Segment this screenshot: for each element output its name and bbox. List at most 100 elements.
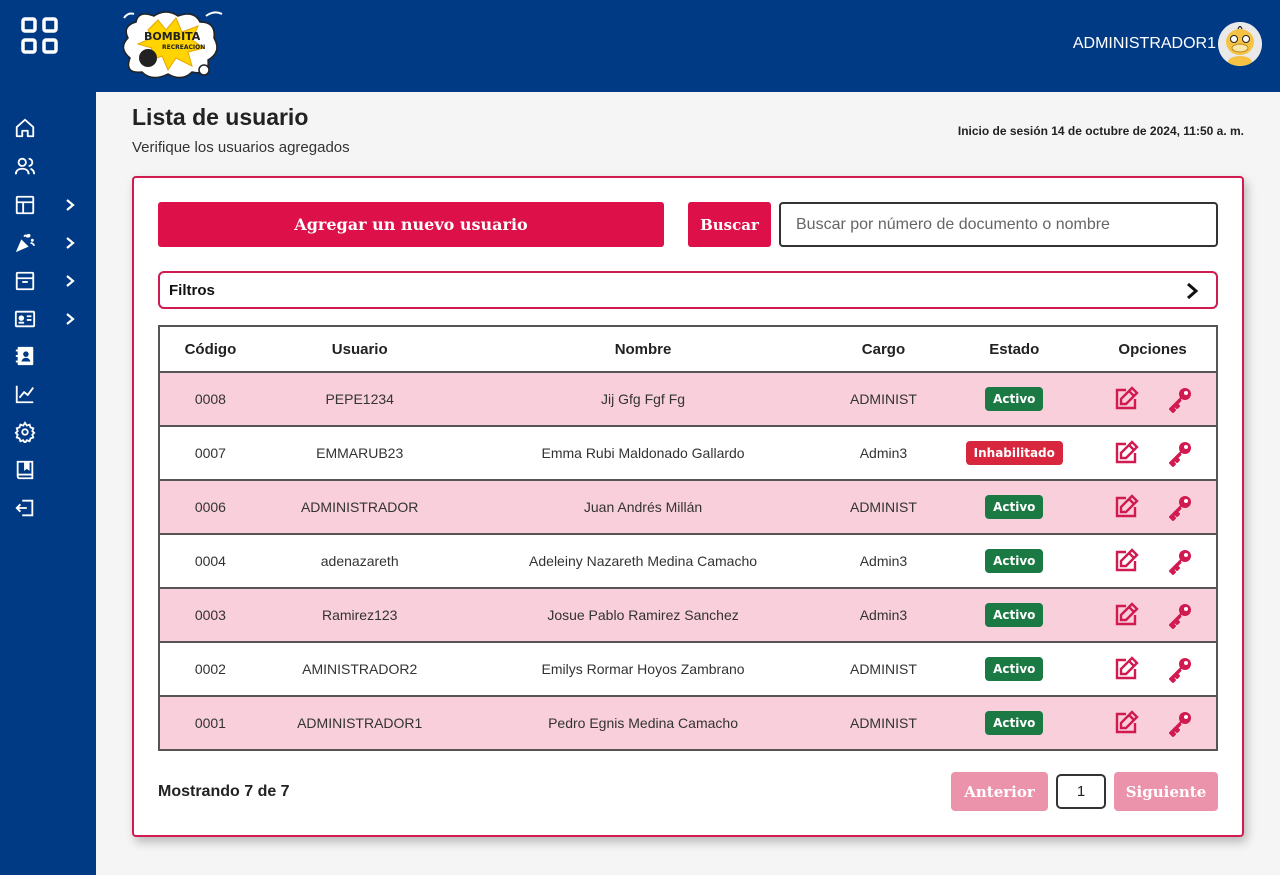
cell-nombre: Pedro Egnis Medina Camacho bbox=[458, 696, 828, 751]
chevron-right-icon bbox=[64, 198, 76, 212]
cell-usuario: adenazareth bbox=[260, 534, 459, 589]
users-icon bbox=[14, 155, 36, 177]
cell-cargo: ADMINIST bbox=[827, 372, 940, 427]
filters-label: Filtros bbox=[169, 281, 215, 299]
sidebar-item-home[interactable] bbox=[14, 114, 84, 142]
cell-opciones bbox=[1089, 480, 1217, 535]
filters-toggle[interactable]: Filtros bbox=[158, 271, 1218, 309]
key-icon[interactable] bbox=[1165, 438, 1195, 468]
edit-icon[interactable] bbox=[1111, 546, 1141, 576]
status-badge: Activo bbox=[985, 711, 1044, 735]
cell-codigo: 0004 bbox=[159, 534, 261, 589]
home-icon bbox=[14, 117, 36, 139]
cell-estado: Activo bbox=[939, 480, 1090, 535]
search-input[interactable] bbox=[779, 202, 1218, 247]
layout-icon bbox=[14, 194, 36, 216]
status-badge: Activo bbox=[985, 495, 1044, 519]
table-header-row: Código Usuario Nombre Cargo Estado Opcio… bbox=[159, 325, 1217, 373]
edit-icon[interactable] bbox=[1111, 384, 1141, 414]
key-icon[interactable] bbox=[1165, 546, 1195, 576]
showing-count: Mostrando 7 de 7 bbox=[158, 783, 290, 800]
cell-usuario: Ramirez123 bbox=[260, 588, 459, 643]
edit-icon[interactable] bbox=[1111, 600, 1141, 630]
table-row: 0006 ADMINISTRADOR Juan Andrés Millán ADMIN… bbox=[159, 480, 1217, 535]
chevron-right-icon bbox=[64, 312, 76, 326]
cell-estado: Activo bbox=[939, 696, 1090, 751]
page-title: Lista de usuario bbox=[132, 104, 309, 130]
edit-icon[interactable] bbox=[1111, 654, 1141, 684]
table-row: 0004 adenazareth Adeleiny Nazareth Medina … bbox=[159, 534, 1217, 589]
sidebar-item-id-card[interactable] bbox=[14, 305, 84, 333]
next-page-button[interactable]: Siguiente bbox=[1114, 772, 1218, 811]
header-nombre: Nombre bbox=[458, 325, 828, 373]
apps-grid-icon[interactable] bbox=[20, 16, 60, 56]
status-badge: Activo bbox=[985, 549, 1044, 573]
add-user-button[interactable]: Agregar un nuevo usuario bbox=[158, 202, 664, 247]
sidebar-item-stats[interactable] bbox=[14, 380, 84, 408]
previous-page-button[interactable]: Anterior bbox=[951, 772, 1048, 811]
search-button[interactable]: Buscar bbox=[688, 202, 771, 247]
key-icon[interactable] bbox=[1165, 654, 1195, 684]
settings-icon bbox=[14, 421, 36, 443]
sidebar-item-logout[interactable] bbox=[14, 494, 84, 522]
status-badge: Activo bbox=[985, 603, 1044, 627]
session-info: Inicio de sesión 14 de octubre de 2024, … bbox=[957, 124, 1244, 138]
svg-text:RECREACION: RECREACION bbox=[162, 44, 205, 51]
sidebar-item-settings[interactable] bbox=[14, 418, 84, 446]
cell-estado: Activo bbox=[939, 534, 1090, 589]
sidebar-item-users[interactable] bbox=[14, 152, 84, 180]
cell-cargo: Admin3 bbox=[827, 426, 940, 481]
admin-name: ADMINISTRADOR1 bbox=[1072, 35, 1216, 52]
cell-nombre: Juan Andrés Millán bbox=[458, 480, 828, 535]
chevron-right-icon bbox=[64, 236, 76, 250]
edit-icon[interactable] bbox=[1111, 708, 1141, 738]
users-table: Código Usuario Nombre Cargo Estado Opcio… bbox=[158, 325, 1218, 751]
header-usuario: Usuario bbox=[260, 325, 459, 373]
logout-icon bbox=[14, 497, 36, 519]
archive-icon bbox=[14, 270, 36, 292]
sidebar-item-contacts[interactable] bbox=[14, 342, 84, 370]
key-icon[interactable] bbox=[1165, 708, 1195, 738]
cell-opciones bbox=[1089, 426, 1217, 481]
cell-opciones bbox=[1089, 534, 1217, 589]
status-badge: Inhabilitado bbox=[965, 441, 1063, 465]
header-codigo: Código bbox=[159, 325, 261, 373]
cell-cargo: Admin3 bbox=[827, 588, 940, 643]
cell-nombre: Emma Rubi Maldonado Gallardo bbox=[458, 426, 828, 481]
cell-cargo: ADMINIST bbox=[827, 480, 940, 535]
current-page[interactable]: 1 bbox=[1056, 774, 1106, 809]
bombita-logo[interactable]: BOMBITA RECREACION bbox=[118, 8, 224, 82]
users-card: Agregar un nuevo usuario Buscar Filtros … bbox=[132, 176, 1244, 837]
key-icon[interactable] bbox=[1165, 384, 1195, 414]
cell-cargo: ADMINIST bbox=[827, 696, 940, 751]
key-icon[interactable] bbox=[1165, 492, 1195, 522]
table-row: 0003 Ramirez123 Josue Pablo Ramirez Sanche… bbox=[159, 588, 1217, 643]
cell-codigo: 0003 bbox=[159, 588, 261, 643]
edit-icon[interactable] bbox=[1111, 492, 1141, 522]
cell-usuario: PEPE1234 bbox=[260, 372, 459, 427]
cell-nombre: Josue Pablo Ramirez Sanchez bbox=[458, 588, 828, 643]
svg-text:BOMBITA: BOMBITA bbox=[144, 30, 201, 43]
contacts-book-icon bbox=[14, 345, 36, 367]
sidebar-item-archive[interactable] bbox=[14, 267, 84, 295]
table-row: 0001 ADMINISTRADOR1 Pedro Egnis Medina Cam… bbox=[159, 696, 1217, 751]
avatar[interactable] bbox=[1218, 22, 1262, 66]
edit-icon[interactable] bbox=[1111, 438, 1141, 468]
sidebar-item-party[interactable] bbox=[14, 229, 84, 257]
cell-codigo: 0002 bbox=[159, 642, 261, 697]
cell-opciones bbox=[1089, 372, 1217, 427]
header-cargo: Cargo bbox=[827, 325, 940, 373]
key-icon[interactable] bbox=[1165, 600, 1195, 630]
top-bar: BOMBITA RECREACION ADMINISTRADOR1 bbox=[96, 0, 1280, 92]
page-subtitle: Verifique los usuarios agregados bbox=[132, 139, 350, 156]
chevron-right-icon bbox=[64, 274, 76, 288]
cell-nombre: Jij Gfg Fgf Fg bbox=[458, 372, 828, 427]
sidebar-item-layout[interactable] bbox=[14, 191, 84, 219]
sidebar-item-book[interactable] bbox=[14, 456, 84, 484]
party-icon bbox=[14, 232, 36, 254]
cell-cargo: ADMINIST bbox=[827, 642, 940, 697]
cell-estado: Activo bbox=[939, 642, 1090, 697]
table-row: 0002 AMINISTRADOR2 Emilys Rormar Hoyos Zam… bbox=[159, 642, 1217, 697]
cell-codigo: 0007 bbox=[159, 426, 261, 481]
cell-opciones bbox=[1089, 696, 1217, 751]
